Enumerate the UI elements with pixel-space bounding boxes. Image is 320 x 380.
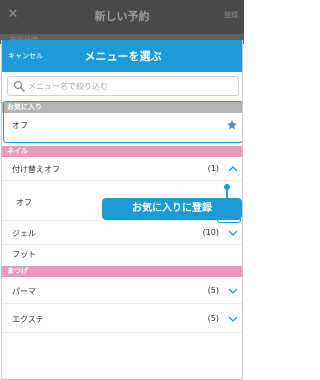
menu-group-perm[interactable]: パーマ (5) <box>2 277 242 304</box>
section-header-nail: ネイル <box>2 146 242 157</box>
search-icon <box>13 80 25 92</box>
menu-group-count: (5) <box>207 286 219 295</box>
menu-group-label: フット <box>12 250 36 259</box>
search-input[interactable] <box>28 80 228 92</box>
menu-group-foot[interactable]: フット <box>2 245 242 266</box>
chevron-down-icon <box>228 230 238 236</box>
search-box[interactable] <box>7 76 239 96</box>
background-title: 新しい予約 <box>94 10 150 23</box>
menu-group-label: パーマ <box>12 287 36 296</box>
chevron-up-icon <box>228 166 238 172</box>
menu-group-label: エクステ <box>12 315 44 324</box>
section-header-matsuge: まつげ <box>2 266 242 277</box>
menu-group-label: 付け替えオフ <box>12 165 60 174</box>
menu-group-extension[interactable]: エクステ (5) <box>2 304 242 333</box>
background-register-button: 登録 <box>224 11 238 19</box>
menu-group-gel[interactable]: ジェル (10) <box>2 221 242 245</box>
chevron-down-icon <box>228 316 238 322</box>
sheet-header: キャンセル メニューを選ぶ <box>2 40 242 72</box>
callout-add-to-favorites: お気に入りに登録 <box>102 198 242 220</box>
menu-item-label: オフ <box>16 198 32 207</box>
menu-group-label: ジェル <box>12 229 36 238</box>
favorites-highlight <box>3 101 242 143</box>
menu-group-count: (5) <box>207 314 219 323</box>
menu-group-tsukekae-off[interactable]: 付け替えオフ (1) <box>2 157 242 181</box>
menu-group-count: (1) <box>207 164 219 173</box>
cancel-button[interactable]: キャンセル <box>8 51 43 61</box>
chevron-down-icon <box>228 288 238 294</box>
menu-group-count: (10) <box>202 228 219 237</box>
